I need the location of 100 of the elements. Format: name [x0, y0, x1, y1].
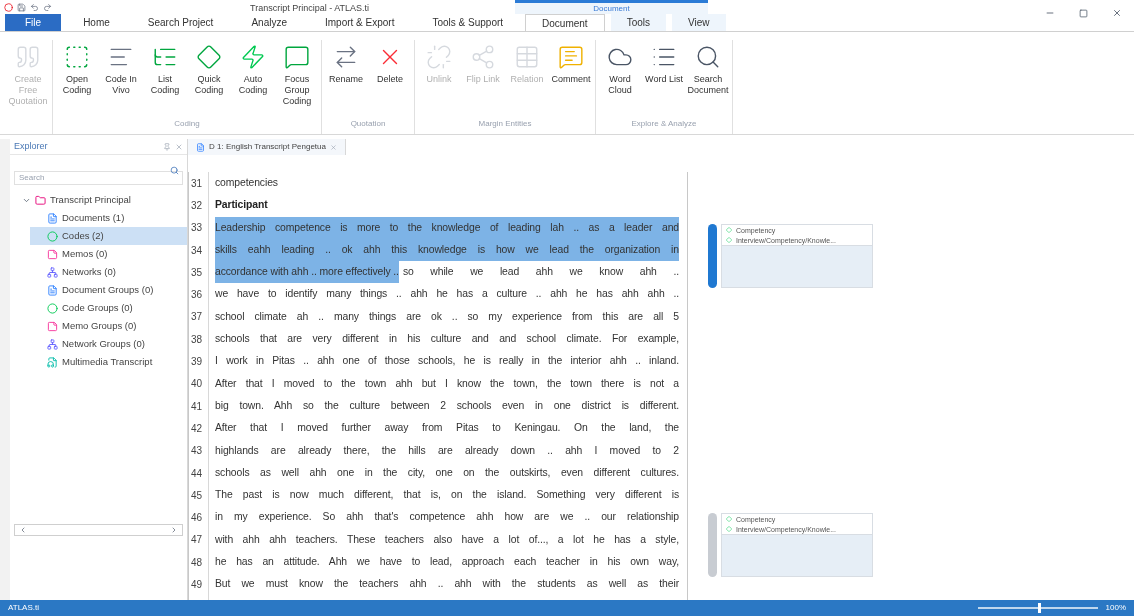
note-icon [47, 248, 58, 260]
transcript-line: in my experience. So ahh that's competence ahh how are we .. our relationship [215, 510, 679, 525]
ribbon-button[interactable]: Word Cloud [600, 40, 640, 118]
ribbon-group-label: Coding [174, 118, 200, 130]
line-number: 45 [190, 488, 204, 503]
search-icon [170, 165, 179, 175]
ribbon-tab[interactable]: Analyze [235, 14, 303, 31]
ribbon-group-label: Explore & Analyze [631, 118, 697, 130]
tree-item[interactable]: Document Groups (0) [30, 281, 187, 299]
line-number: 47 [190, 533, 204, 548]
ribbon-tab[interactable]: View [672, 14, 726, 31]
document-icon [196, 142, 205, 152]
share-nodes-icon [470, 44, 496, 70]
ribbon-tab[interactable]: Tools [610, 14, 666, 31]
undo-icon[interactable] [30, 2, 39, 12]
redo-icon[interactable] [43, 2, 52, 12]
line-number: 40 [190, 377, 204, 392]
pin-icon[interactable] [163, 142, 171, 151]
circle-icon [47, 230, 58, 242]
tree-item-label: Codes (2) [62, 228, 104, 243]
transcript-line: The past is now much different, that is, on the island. Something very different is [215, 488, 679, 503]
tree-item-label: Memos (0) [62, 246, 108, 261]
ribbon-tab[interactable]: Import & Export [309, 14, 411, 31]
note-icon [47, 320, 58, 332]
tree-item[interactable]: Multimedia Transcript [30, 353, 187, 371]
ribbon-button[interactable]: Word List [644, 40, 684, 118]
ribbon-button[interactable]: Delete [370, 40, 410, 118]
tree-item-label: Memo Groups (0) [62, 318, 137, 333]
scroll-right-icon[interactable] [170, 526, 178, 534]
tree-item-label: Document Groups (0) [62, 282, 154, 297]
transcript-line: he has an attitude. Ahh we have to lead, approach each teacher in his own way, [215, 555, 679, 570]
maximize-icon[interactable] [1079, 8, 1088, 18]
tree-item-label: Networks (0) [62, 264, 116, 279]
line-number: 32 [190, 198, 204, 213]
quotation-marks-icon [15, 44, 41, 70]
diamond-icon [196, 44, 222, 70]
tree-item-label: Code Groups (0) [62, 300, 133, 315]
line-number: 48 [190, 555, 204, 570]
transcript-line: I work in Pitas .. ahh one of those schools, he is really in the interior ahh .. inland. [215, 354, 679, 369]
ribbon-group-label: Margin Entities [478, 118, 532, 130]
transcript-line: highlands are already there, the hills are already down .. ahh I moved to 2 [215, 443, 679, 458]
transcript-line: we have to identify many things .. ahh he has a culture .. ahh he has ahh ahh .. [215, 287, 679, 302]
quotation-tag[interactable] [708, 224, 717, 288]
horizontal-scrollbar[interactable] [14, 524, 183, 536]
transcript-line: But we must know the teachers ahh .. ahh with the students as well as their [215, 577, 679, 592]
transcript-line: with ahh ahh teachers. These teachers also have a lot of..., a lot he has a style, [215, 532, 679, 547]
context-tab-label: Document [593, 3, 630, 14]
comment-icon [558, 44, 584, 70]
ribbon-tab[interactable]: Tools & Support [416, 14, 520, 31]
ribbon-group-label: Quotation [350, 118, 386, 130]
table-icon [514, 44, 540, 70]
ribbon-button[interactable]: Auto Coding [233, 40, 273, 118]
ribbon-button[interactable]: Search Document [688, 40, 728, 118]
tree-item[interactable]: Network Groups (0) [30, 335, 187, 353]
folder-icon [35, 194, 46, 206]
scroll-left-icon[interactable] [19, 526, 27, 534]
tree-item-label: Multimedia Transcript [62, 354, 153, 369]
ribbon-button[interactable]: Open Coding [57, 40, 97, 118]
circle-icon [47, 302, 58, 314]
tree-item[interactable]: Memos (0) [30, 245, 187, 263]
speaker-label: Participant [215, 198, 268, 213]
network-icon [47, 338, 58, 350]
tree-item[interactable]: Codes (2) [30, 227, 187, 245]
ribbon-button[interactable]: Comment [551, 40, 591, 118]
transcript-line: schools as well ahh one in the city, one on the outskirts, even different cultures. [215, 465, 679, 480]
line-number: 46 [190, 511, 204, 526]
transcript-line: schools that are very different in his culture and and school climate. For example, [215, 332, 679, 347]
ribbon-button[interactable]: Code In Vivo [101, 40, 141, 118]
ribbon-button[interactable]: Rename [326, 40, 366, 118]
document-icon [47, 212, 58, 224]
tree-item[interactable]: Networks (0) [30, 263, 187, 281]
line-number: 35 [190, 265, 204, 280]
tree-item-label: Documents (1) [62, 210, 125, 225]
close-icon[interactable] [1112, 8, 1122, 18]
status-label: ATLAS.ti [8, 602, 39, 614]
transcript-line: school climate ah .. many things are ok .. so my experience from this are all 5 [215, 309, 679, 324]
lightning-icon [240, 44, 266, 70]
tree-item[interactable]: Documents (1) [30, 209, 187, 227]
transcript-line: so while we lead ahh we know ahh .. [402, 265, 679, 280]
document-tab[interactable]: D 1: English Transcript Pengetua [188, 139, 346, 155]
ribbon-tab[interactable]: Search Project [131, 14, 230, 31]
search-icon [695, 44, 721, 70]
tree-item[interactable]: Memo Groups (0) [30, 317, 187, 335]
line-number: 41 [190, 399, 204, 414]
ribbon-tab[interactable]: Document [525, 14, 605, 31]
tree-item[interactable]: Transcript Principal [18, 191, 187, 209]
ribbon-button[interactable]: List Coding [145, 40, 185, 118]
document-icon [47, 284, 58, 296]
file-tab[interactable]: File [5, 14, 62, 31]
search-field[interactable]: Search [14, 170, 183, 185]
ribbon-button[interactable]: Quick Coding [189, 40, 229, 118]
tree-item[interactable]: Code Groups (0) [30, 299, 187, 317]
save-icon[interactable] [17, 2, 26, 12]
line-number: 38 [190, 332, 204, 347]
line-number: 49 [190, 578, 204, 592]
ribbon-tab[interactable]: Home [67, 14, 126, 31]
zoom-reading: 100% [1105, 602, 1126, 614]
network-icon [47, 266, 58, 278]
ribbon-button[interactable]: Focus Group Coding [277, 40, 317, 118]
slider-thumb[interactable] [1037, 603, 1041, 613]
